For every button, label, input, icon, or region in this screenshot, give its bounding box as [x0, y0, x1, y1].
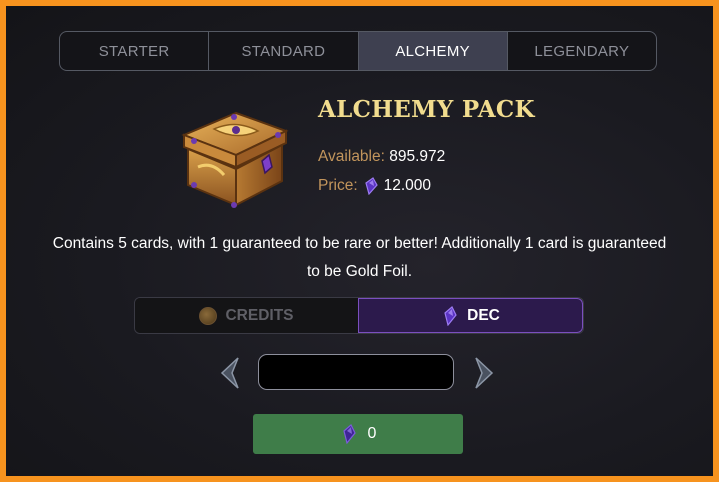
dec-crystal-icon	[364, 177, 378, 195]
dec-crystal-icon	[444, 305, 457, 326]
dec-label: DEC	[467, 306, 500, 324]
credits-label: CREDITS	[225, 306, 294, 324]
decrease-arrow-icon[interactable]	[218, 356, 242, 390]
available-row: Available: 895.972	[318, 148, 445, 166]
credits-button[interactable]: CREDITS	[135, 298, 358, 333]
buy-button[interactable]: 0	[253, 414, 463, 454]
pack-purchase-panel: STARTER STANDARD ALCHEMY LEGENDARY ALCHE…	[6, 6, 713, 476]
price-row: Price: 12.000	[318, 177, 431, 195]
price-value: 12.000	[383, 177, 432, 194]
dec-button[interactable]: DEC	[358, 298, 583, 333]
pack-tabs: STARTER STANDARD ALCHEMY LEGENDARY	[59, 31, 657, 71]
available-label: Available:	[318, 148, 385, 165]
quantity-input[interactable]	[258, 354, 454, 390]
tab-starter[interactable]: STARTER	[60, 32, 210, 70]
dec-crystal-icon	[342, 424, 356, 444]
currency-toggle: CREDITS DEC	[134, 297, 584, 334]
tab-legendary[interactable]: LEGENDARY	[508, 32, 656, 70]
available-value: 895.972	[389, 148, 446, 165]
tab-standard[interactable]: STANDARD	[209, 32, 359, 70]
increase-arrow-icon[interactable]	[472, 356, 496, 390]
pack-title: ALCHEMY PACK	[318, 96, 535, 123]
tab-alchemy[interactable]: ALCHEMY	[358, 32, 508, 70]
alchemy-chest-image	[181, 111, 289, 208]
pack-description: Contains 5 cards, with 1 guaranteed to b…	[52, 235, 667, 280]
price-label: Price:	[318, 177, 358, 194]
buy-total: 0	[367, 425, 377, 442]
credits-coin-icon	[199, 306, 218, 325]
